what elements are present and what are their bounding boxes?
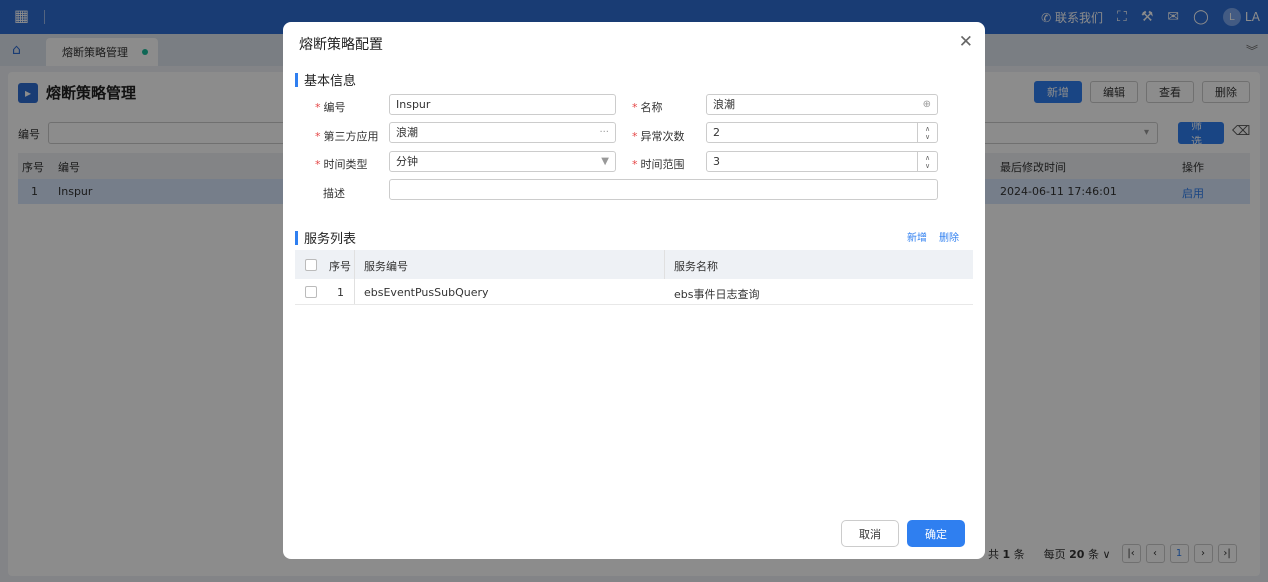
close-icon[interactable]: ✕ [959, 32, 973, 52]
basic-info-title: 基本信息 [304, 74, 357, 89]
service-list-title: 服务列表 [304, 232, 357, 247]
spinner-arrows-icon[interactable]: ∧ ∨ [917, 152, 937, 171]
delete-service-link[interactable]: 删除 [939, 229, 959, 244]
service-header-seq: 序号 [329, 260, 351, 273]
code-label: * 编号 [315, 99, 346, 115]
count-value: 2 [713, 126, 720, 139]
service-header-name: 服务名称 [674, 260, 718, 273]
required-mark: * [632, 158, 638, 171]
service-seq: 1 [337, 286, 344, 299]
config-dialog: 熔断策略配置 ✕ 基本信息 * 编号 Inspur * 名称 浪潮 ⊕ * 第三方应用 … [283, 22, 985, 559]
dialog-footer: 取消 确定 [841, 520, 965, 547]
range-stepper[interactable]: 3 ∧ ∨ [706, 151, 938, 172]
required-mark: * [315, 101, 321, 114]
basic-info-heading: 基本信息 [295, 70, 356, 89]
app-label: * 第三方应用 [315, 128, 379, 144]
code-input[interactable]: Inspur [389, 94, 616, 115]
divider [664, 250, 665, 279]
name-input[interactable]: 浪潮 ⊕ [706, 94, 938, 115]
required-mark: * [632, 101, 638, 114]
time-type-label: * 时间类型 [315, 156, 368, 172]
name-label-text: 名称 [640, 101, 663, 114]
divider [354, 250, 355, 279]
section-bar [295, 72, 298, 87]
required-mark: * [315, 130, 321, 143]
dialog-title: 熔断策略配置 [299, 37, 383, 53]
service-code: ebsEventPusSubQuery [364, 286, 489, 299]
app-value: 浪潮 [396, 126, 418, 139]
globe-icon[interactable]: ⊕ [923, 95, 931, 114]
required-mark: * [315, 158, 321, 171]
count-label: * 异常次数 [632, 128, 685, 144]
desc-label: 描述 [323, 187, 345, 200]
time-type-value: 分钟 [396, 155, 418, 168]
add-service-link[interactable]: 新增 [907, 229, 927, 244]
select-all-checkbox[interactable] [305, 259, 317, 271]
app-label-text: 第三方应用 [323, 130, 379, 143]
spinner-arrows-icon[interactable]: ∧ ∨ [917, 123, 937, 142]
required-mark: * [632, 130, 638, 143]
service-header-code: 服务编号 [364, 260, 408, 273]
code-label-text: 编号 [323, 101, 346, 114]
row-checkbox[interactable] [305, 286, 317, 298]
name-label: * 名称 [632, 99, 663, 115]
chevron-down-icon: ▼ [601, 156, 609, 167]
count-stepper[interactable]: 2 ∧ ∨ [706, 122, 938, 143]
section-bar [295, 230, 298, 245]
cancel-button[interactable]: 取消 [841, 520, 899, 547]
more-icon[interactable]: ··· [599, 123, 609, 142]
count-label-text: 异常次数 [640, 130, 685, 143]
service-actions: 新增 删除 [907, 229, 959, 244]
range-label-text: 时间范围 [640, 158, 685, 171]
range-value: 3 [713, 155, 720, 168]
desc-input[interactable] [389, 179, 938, 200]
divider [354, 279, 355, 304]
service-list-heading: 服务列表 [295, 228, 356, 247]
app-lookup-input[interactable]: 浪潮 ··· [389, 122, 616, 143]
confirm-button[interactable]: 确定 [907, 520, 965, 547]
service-name: ebs事件日志查询 [674, 288, 760, 301]
service-table-header: 序号 服务编号 服务名称 [295, 250, 973, 279]
name-value: 浪潮 [713, 98, 735, 111]
time-type-select[interactable]: 分钟 ▼ [389, 151, 616, 172]
range-label: * 时间范围 [632, 156, 685, 172]
table-row[interactable]: 1 ebsEventPusSubQuery ebs事件日志查询 [295, 279, 973, 305]
time-type-label-text: 时间类型 [323, 158, 368, 171]
